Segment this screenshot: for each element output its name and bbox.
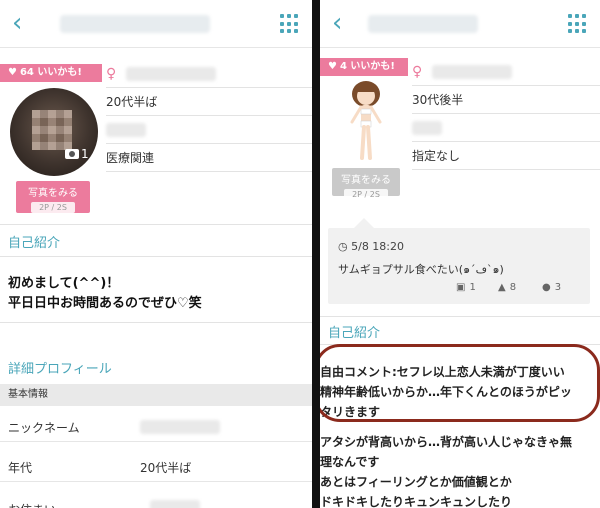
grid-menu-icon[interactable]: [280, 14, 300, 34]
detail-row-age: 年代 20代半ば: [0, 450, 312, 482]
profile-panel-right: ‹ ♥ 4 いいかも! 写真をみる 2P / 2S ♀ 30代後半 指定なし ◷…: [320, 0, 600, 508]
status-time-text: 5/8 18:20: [351, 240, 405, 253]
stat-photos: ▣ 1: [456, 282, 476, 293]
detail-key: お住まい: [8, 501, 56, 508]
divider: [0, 256, 312, 257]
stat-likes[interactable]: ▲ 8: [498, 282, 516, 293]
grid-menu-icon[interactable]: [568, 14, 588, 34]
self-intro-title: 自己紹介: [328, 326, 381, 341]
likes-badge: ♥ 64 いいかも!: [0, 64, 102, 82]
divider: [320, 316, 600, 317]
blurred-title: [60, 15, 210, 33]
mosaic-overlay-2: [32, 110, 72, 150]
character-avatar-figure[interactable]: [338, 78, 394, 164]
blurred-name: [126, 66, 217, 81]
view-photos-button[interactable]: 写真をみる 2P / 2S: [16, 181, 90, 213]
detail-row-residence: お住まい: [0, 492, 312, 508]
female-icon: ♀: [106, 65, 117, 82]
heart-icon: ♥: [328, 61, 337, 72]
top-bar: ‹: [0, 0, 312, 48]
basic-info-bar: 基本情報: [0, 384, 312, 406]
blurred-value: [106, 122, 146, 137]
photo-count: 1: [65, 147, 89, 161]
comment-line: アタシが背高いから…背が高い人じゃなきゃ無: [320, 435, 573, 449]
stat-comments[interactable]: ● 3: [542, 282, 561, 293]
camera-icon: ▣: [456, 282, 466, 293]
photo-count-sub: 2P / 2S: [31, 202, 75, 213]
job-row: 医療関連: [106, 144, 312, 172]
detail-row-nickname: ニックネーム: [0, 410, 312, 442]
blurred-name: [432, 64, 513, 79]
avatar[interactable]: [10, 88, 98, 176]
intro-line: 平日日中お時間あるのでぜひ♡笑: [8, 296, 202, 311]
camera-count: 1: [81, 147, 89, 161]
clock-icon: ◷: [338, 240, 348, 253]
back-chevron-icon[interactable]: ‹: [332, 10, 356, 36]
blurred-residence: [150, 500, 200, 508]
panel-divider: [312, 0, 320, 508]
basic-info-rows: ♀ 20代半ば 医療関連: [106, 60, 312, 172]
view-photos-label: 写真をみる: [28, 188, 78, 199]
heart-icon: ♥: [8, 67, 17, 78]
intro-line: 初めまして(^^)！: [8, 276, 120, 291]
likes-text: 64 いいかも!: [19, 67, 82, 78]
likes-text: 4 いいかも!: [339, 61, 395, 72]
female-icon: ♀: [412, 63, 423, 80]
blurred-value: [412, 120, 442, 135]
job-row: 指定なし: [412, 142, 600, 170]
age-value: 20代半ば: [106, 95, 158, 109]
blurred-title: [368, 15, 478, 33]
camera-icon: [65, 149, 79, 159]
back-chevron-icon[interactable]: ‹: [12, 10, 36, 36]
age-value: 30代後半: [412, 93, 464, 107]
comment-line: あとはフィーリングとか価値観とか: [320, 475, 512, 489]
job-value: 医療関連: [106, 151, 155, 165]
self-intro-title: 自己紹介: [8, 236, 61, 251]
detail-profile-title: 詳細プロフィール: [8, 362, 112, 377]
divider: [0, 322, 312, 323]
stat-likes-count: 8: [509, 282, 517, 293]
stat-photos-count: 1: [469, 282, 476, 293]
view-photos-button[interactable]: 写真をみる 2P / 2S: [332, 168, 400, 200]
detail-key: ニックネーム: [8, 421, 80, 435]
status-post-card[interactable]: ◷ 5/8 18:20 サムギョプサル食べたい(๑´ڡ`๑) ▣ 1 ▲ 8 ● 3: [328, 218, 590, 304]
comment-line: 理なんです: [320, 455, 380, 469]
comment-line: ドキドキしたりキュンキュンしたり: [320, 495, 513, 508]
stat-comments-count: 3: [554, 282, 562, 293]
more-comment: アタシが背高いから…背が高い人じゃなきゃ無 理なんです あとはフィーリングとか価…: [320, 432, 572, 508]
thumbs-up-icon: ▲: [498, 282, 506, 293]
photo-count-sub: 2P / 2S: [344, 189, 388, 200]
blurred-row: [412, 114, 600, 142]
detail-key: 年代: [8, 461, 33, 475]
blurred-nickname: [140, 420, 220, 434]
highlight-annotation: [320, 344, 600, 422]
blurred-row: [106, 116, 312, 144]
basic-info-rows: ♀ 30代後半 指定なし: [412, 58, 600, 170]
top-bar: ‹: [320, 0, 600, 48]
age-row: 30代後半: [412, 86, 600, 114]
profile-panel-left: ‹ ♥ 64 いいかも! 1 写真をみる 2P / 2S ♀ 20代半ば 医療関連…: [0, 0, 312, 508]
self-intro-text: 初めまして(^^)！ 平日日中お時間あるのでぜひ♡笑: [8, 274, 202, 314]
detail-value: 20代半ば: [140, 461, 192, 475]
gender-row: ♀: [412, 58, 600, 86]
gender-row: ♀: [106, 60, 312, 88]
speech-bubble-icon: ●: [542, 282, 551, 293]
divider: [0, 224, 312, 225]
likes-badge: ♥ 4 いいかも!: [320, 58, 408, 76]
age-row: 20代半ば: [106, 88, 312, 116]
status-time: ◷ 5/8 18:20: [338, 240, 404, 253]
status-text: サムギョプサル食べたい(๑´ڡ`๑): [338, 263, 504, 276]
view-photos-label: 写真をみる: [341, 175, 391, 186]
job-value: 指定なし: [412, 149, 461, 163]
